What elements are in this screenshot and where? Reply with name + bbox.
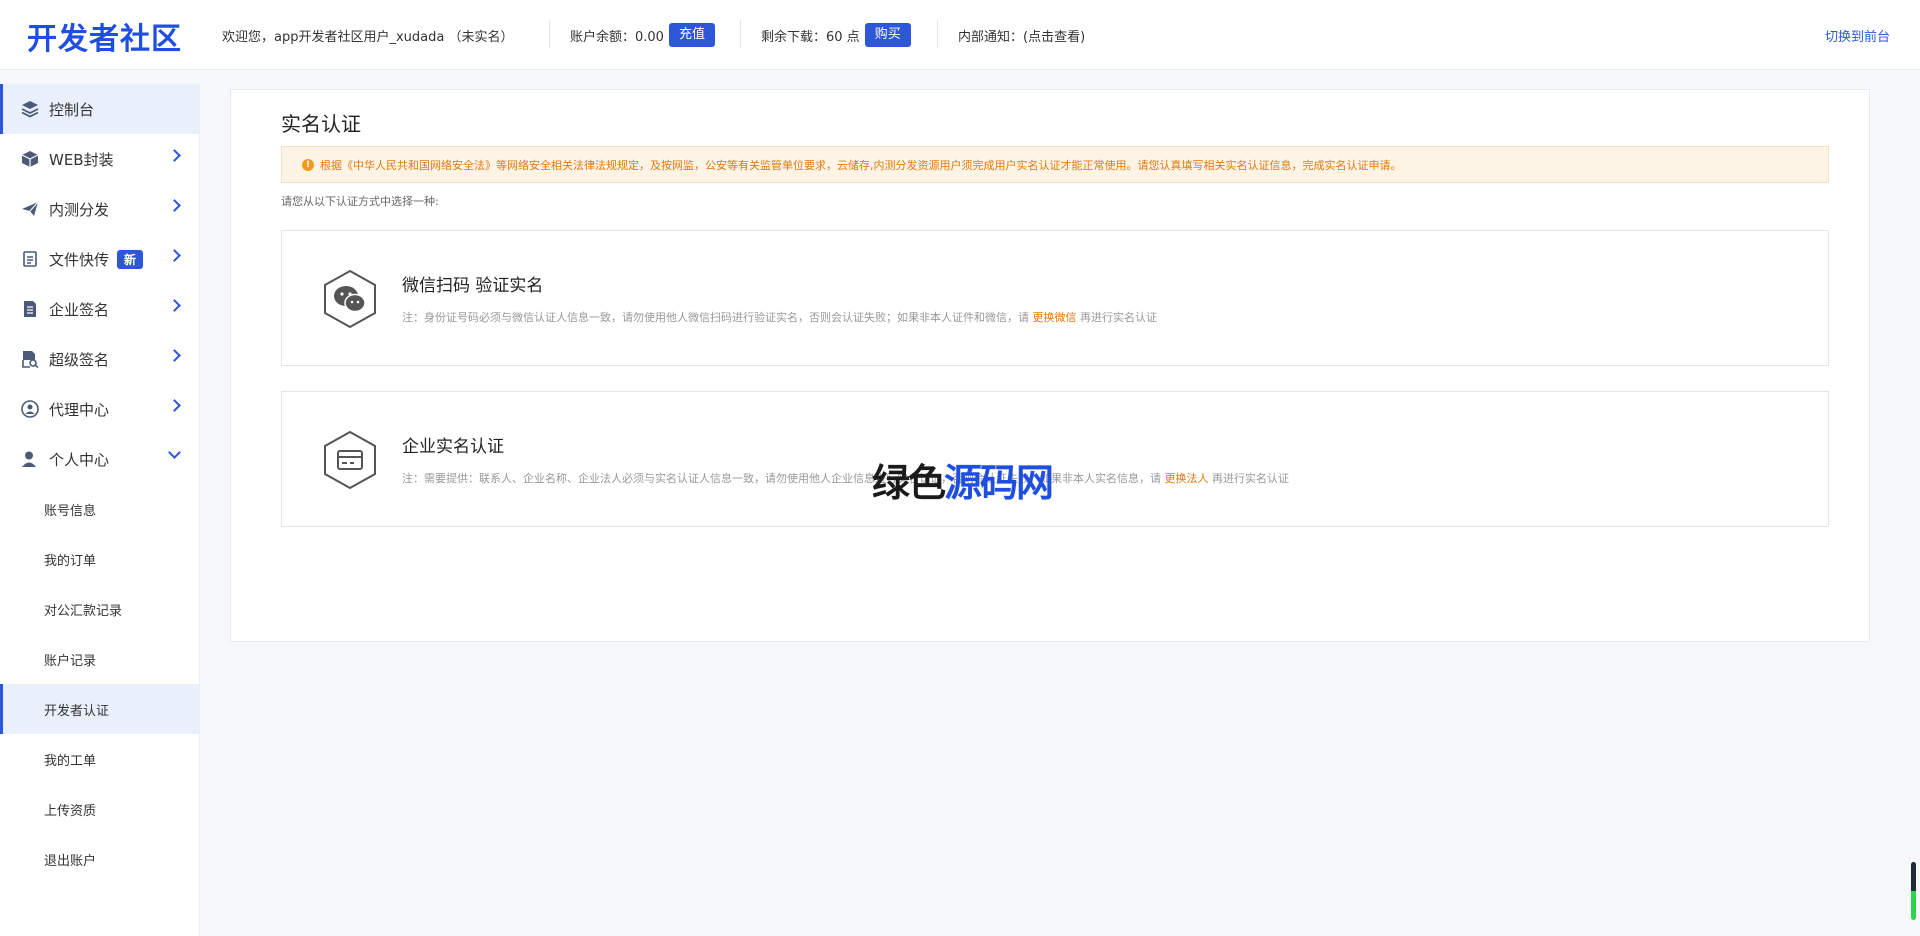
sidebar-sub-my-tickets[interactable]: 我的工单	[0, 734, 199, 784]
chevron-down-icon	[168, 446, 181, 459]
paper-plane-icon	[20, 199, 40, 219]
sidebar-item-label: 文件快传	[49, 250, 110, 269]
sidebar-item-enterprise-sign[interactable]: 企业签名	[0, 284, 199, 334]
sidebar-item-label: 超级签名	[49, 350, 110, 369]
sidebar-item-label: 个人中心	[49, 450, 110, 469]
sidebar-item-label: 代理中心	[49, 400, 110, 419]
new-badge: 新	[117, 249, 144, 269]
warning-icon: !	[302, 158, 314, 171]
sidebar-item-label: 企业签名	[49, 300, 110, 319]
chevron-right-icon	[168, 399, 181, 412]
sidebar-sub-transfer-records[interactable]: 对公汇款记录	[0, 584, 199, 634]
sidebar-sub-my-orders[interactable]: 我的订单	[0, 534, 199, 584]
chevron-right-icon	[168, 249, 181, 262]
sidebar-sub-account-info[interactable]: 账号信息	[0, 484, 199, 534]
sidebar-item-dashboard[interactable]: 控制台	[0, 84, 199, 134]
card-note-text: 注：身份证号码必须与微信认证人信息一致，请勿使用他人微信扫码进行验证实名，否则会…	[402, 311, 1029, 324]
downloads-label: 剩余下载：60 点	[761, 29, 860, 45]
chevron-right-icon	[168, 349, 181, 362]
sidebar-sub-account-records[interactable]: 账户记录	[0, 634, 199, 684]
chevron-right-icon	[168, 199, 181, 212]
divider	[937, 20, 938, 48]
top-bar: 开发者社区 欢迎您，app开发者社区用户_xudada （未实名） 账户余额：0…	[0, 0, 1920, 70]
change-wechat-link[interactable]: 更换微信	[1033, 311, 1077, 324]
sidebar-item-label: 内测分发	[49, 200, 110, 219]
change-legal-person-link[interactable]: 更换法人	[1165, 472, 1209, 485]
downloads-group: 剩余下载：60 点 购买	[761, 22, 911, 48]
site-logo[interactable]: 开发者社区	[27, 14, 182, 58]
layers-icon	[20, 99, 40, 119]
choose-method-tip: 请您从以下认证方式中选择一种:	[281, 195, 439, 208]
wechat-icon	[322, 269, 378, 329]
card-note-text: 再进行实名认证	[1212, 472, 1289, 485]
card-note: 注：需要提供：联系人、企业名称、企业法人必须与实名认证人信息一致，请勿使用他人企…	[402, 470, 1289, 486]
sidebar-item-label: 控制台	[49, 100, 95, 119]
switch-frontend-link[interactable]: 切换到前台	[1825, 26, 1890, 45]
user-icon	[20, 449, 40, 469]
law-notice-alert: ! 根据《中华人民共和国网络安全法》等网络安全相关法律法规规定，及按网监，公安等…	[281, 146, 1829, 183]
sidebar-item-personal-center[interactable]: 个人中心	[0, 434, 199, 484]
card-title: 微信扫码 验证实名	[402, 276, 544, 296]
sidebar-item-web-wrap[interactable]: WEB封装	[0, 134, 199, 184]
sidebar-item-super-sign[interactable]: 超级签名	[0, 334, 199, 384]
divider	[740, 20, 741, 48]
sidebar-item-agent-center[interactable]: 代理中心	[0, 384, 199, 434]
verification-panel: 实名认证 ! 根据《中华人民共和国网络安全法》等网络安全相关法律法规规定，及按网…	[230, 89, 1870, 642]
sidebar-item-file-transfer[interactable]: 文件快传 新	[0, 234, 199, 284]
sidebar: 控制台 WEB封装 内测分发 文件快传 新 企业签名 超级签名 代理中心 个人中…	[0, 84, 200, 936]
sidebar-item-beta-distribution[interactable]: 内测分发	[0, 184, 199, 234]
card-note-text: 再进行实名认证	[1080, 311, 1157, 324]
enterprise-verify-card[interactable]: 企业实名认证 注：需要提供：联系人、企业名称、企业法人必须与实名认证人信息一致，…	[281, 391, 1829, 527]
credit-card-icon	[322, 430, 378, 490]
internal-notice-link[interactable]: 内部通知：(点击查看)	[958, 22, 1085, 48]
divider	[549, 20, 550, 48]
scroll-indicator[interactable]	[1911, 862, 1916, 920]
sidebar-sub-upload-qualification[interactable]: 上传资质	[0, 784, 199, 834]
alert-text: 根据《中华人民共和国网络安全法》等网络安全相关法律法规规定，及按网监，公安等有关…	[320, 158, 1402, 172]
buy-button[interactable]: 购买	[864, 23, 911, 47]
balance-label: 账户余额：0.00	[570, 29, 664, 45]
card-note-text: 注：需要提供：联系人、企业名称、企业法人必须与实名认证人信息一致，请勿使用他人企…	[402, 472, 1161, 485]
welcome-text: 欢迎您，app开发者社区用户_xudada （未实名）	[222, 29, 514, 45]
chevron-right-icon	[168, 299, 181, 312]
document-icon	[20, 299, 40, 319]
document-search-icon	[20, 349, 40, 369]
card-note: 注：身份证号码必须与微信认证人信息一致，请勿使用他人微信扫码进行验证实名，否则会…	[402, 309, 1157, 325]
page-title: 实名认证	[281, 112, 361, 136]
agent-icon	[20, 399, 40, 419]
recharge-button[interactable]: 充值	[668, 23, 715, 47]
wechat-verify-card[interactable]: 微信扫码 验证实名 注：身份证号码必须与微信认证人信息一致，请勿使用他人微信扫码…	[281, 230, 1829, 366]
box-icon	[20, 149, 40, 169]
sidebar-sub-logout[interactable]: 退出账户	[0, 834, 199, 884]
chevron-right-icon	[168, 149, 181, 162]
balance-group: 账户余额：0.00 充值	[570, 22, 715, 48]
sidebar-item-label: WEB封装	[49, 150, 114, 169]
file-transfer-icon	[20, 249, 40, 269]
sidebar-sub-developer-verify[interactable]: 开发者认证	[0, 684, 199, 734]
card-title: 企业实名认证	[402, 437, 504, 457]
